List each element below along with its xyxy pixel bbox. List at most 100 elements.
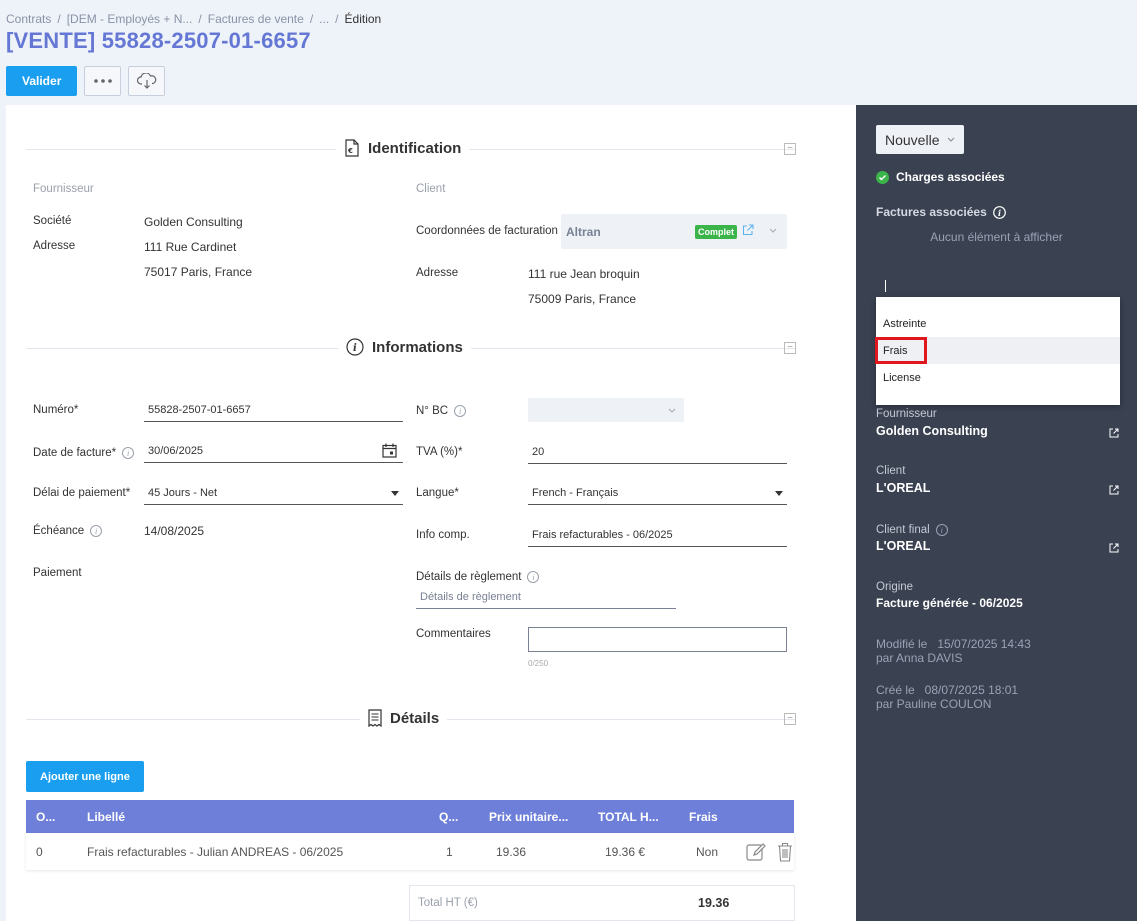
cell-prix: 19.36: [496, 845, 527, 859]
receipt-icon: [368, 709, 382, 727]
client-value: L'OREAL: [876, 481, 931, 495]
column-header-frais[interactable]: Frais: [689, 810, 718, 824]
external-link-icon[interactable]: [1109, 543, 1119, 553]
external-link-icon[interactable]: [1109, 485, 1119, 495]
cell-ordre: 0: [36, 845, 43, 859]
info-circle-icon: i: [346, 338, 364, 356]
external-link-icon[interactable]: [1109, 428, 1119, 438]
fournisseur-heading: Fournisseur: [33, 183, 94, 195]
tva-label: TVA (%)*: [416, 446, 463, 458]
paiement-label: Paiement: [33, 567, 82, 579]
validate-button[interactable]: Valider: [6, 66, 78, 96]
adresse-line2: 75017 Paris, France: [144, 265, 253, 279]
caret-down-icon: [775, 491, 783, 496]
client-label: Client: [876, 465, 906, 477]
cell-total: 19.36 €: [605, 845, 646, 859]
created-by: par Pauline COULON: [876, 697, 992, 711]
trash-icon[interactable]: [777, 842, 793, 862]
svg-text:i: i: [353, 343, 357, 354]
nbc-label: N° BC i: [416, 405, 467, 417]
download-button[interactable]: [128, 66, 166, 96]
check-circle-icon: [876, 170, 889, 184]
info-icon: i: [527, 571, 540, 583]
cell-libelle: Frais refacturables - Julian ANDREAS - 0…: [87, 845, 344, 859]
info-comp-input[interactable]: Frais refacturables - 06/2025: [528, 525, 787, 547]
info-circle-icon: i: [992, 205, 1006, 219]
societe-label: Société: [33, 215, 72, 227]
dropdown-option-license[interactable]: License: [876, 364, 1120, 391]
factures-associees-heading: Factures associées i: [876, 205, 1006, 219]
cell-quantite: 1: [446, 845, 453, 859]
modified-date: Modifié le 15/07/2025 14:43: [876, 637, 1031, 651]
invoice-euro-icon: €: [345, 139, 359, 157]
svg-text:i: i: [998, 208, 1001, 218]
breadcrumb-item-dem[interactable]: [DEM - Employés + N...: [67, 12, 193, 26]
caret-down-icon: [391, 491, 399, 496]
echeance-value: 14/08/2025: [144, 524, 205, 538]
calendar-icon[interactable]: [382, 443, 397, 458]
societe-value: Golden Consulting: [144, 215, 243, 229]
table-row[interactable]: 0 Frais refacturables - Julian ANDREAS -…: [26, 833, 794, 870]
dropdown-menu: Astreinte Frais License: [875, 297, 1120, 405]
date-facture-label: Date de facture* i: [33, 447, 135, 459]
section-title-informations: i Informations: [338, 338, 471, 356]
collapse-informations-button[interactable]: −: [784, 342, 796, 354]
nbc-select[interactable]: [528, 398, 684, 422]
breadcrumb-item-contrats[interactable]: Contrats: [6, 12, 51, 26]
sidebar: Nouvelle Charges associées Factures asso…: [856, 105, 1137, 921]
collapse-identification-button[interactable]: −: [784, 143, 796, 155]
chevron-down-icon: [769, 228, 777, 233]
column-header-quantite[interactable]: Q...: [439, 810, 458, 824]
chevron-down-icon: [948, 137, 955, 142]
column-header-prix[interactable]: Prix unitaire...: [489, 810, 568, 824]
page-title: [VENTE] 55828-2507-01-6657: [6, 28, 311, 53]
langue-select[interactable]: French - Français: [528, 483, 787, 505]
delai-select[interactable]: 45 Jours - Net: [144, 483, 403, 505]
nouvelle-button[interactable]: Nouvelle: [876, 125, 965, 154]
modified-by: par Anna DAVIS: [876, 651, 963, 665]
date-facture-input[interactable]: 30/06/2025: [144, 441, 403, 463]
tva-input[interactable]: 20: [528, 442, 787, 464]
dropdown-option-astreinte[interactable]: Astreinte: [876, 310, 1120, 337]
info-comp-label: Info comp.: [416, 529, 470, 541]
more-horizontal-icon: [94, 79, 112, 83]
commentaires-input[interactable]: [528, 627, 787, 652]
collapse-details-button[interactable]: −: [784, 713, 796, 725]
adresse-label: Adresse: [33, 240, 76, 252]
commentaires-label: Commentaires: [416, 628, 491, 640]
more-button[interactable]: [84, 66, 122, 96]
external-link-icon[interactable]: [742, 224, 754, 236]
add-line-button[interactable]: Ajouter une ligne: [26, 761, 144, 792]
numero-label: Numéro*: [33, 404, 79, 416]
langue-label: Langue*: [416, 487, 459, 499]
column-header-libelle[interactable]: Libellé: [87, 810, 125, 824]
info-icon: i: [935, 524, 948, 536]
fournisseur-label: Fournisseur: [876, 408, 937, 420]
coord-select[interactable]: Altran Complet: [561, 214, 787, 249]
breadcrumb-item-ellipsis[interactable]: ...: [319, 12, 329, 26]
svg-text:€: €: [347, 147, 353, 155]
details-reglement-input[interactable]: Détails de règlement: [416, 587, 676, 609]
fournisseur-value: Golden Consulting: [876, 424, 988, 438]
charges-associees-link[interactable]: Charges associées: [876, 170, 1005, 184]
breadcrumb-item-factures[interactable]: Factures de vente: [208, 12, 304, 26]
breadcrumb: Contrats / [DEM - Employés + N... / Factures…: [6, 12, 382, 26]
origine-value: Facture générée - 06/2025: [876, 596, 1023, 610]
numero-input[interactable]: 55828-2507-01-6657: [144, 400, 403, 422]
info-icon: i: [90, 525, 103, 537]
client-final-value: L'OREAL: [876, 539, 931, 553]
details-reglement-label: Détails de règlement i: [416, 571, 540, 583]
origine-label: Origine: [876, 581, 914, 593]
text-cursor: [885, 280, 886, 292]
column-header-ordre[interactable]: O...: [36, 810, 55, 824]
chevron-down-icon: [668, 408, 676, 413]
section-details: Détails −: [26, 709, 796, 729]
section-identification: € Identification −: [26, 139, 796, 159]
edit-icon[interactable]: [746, 842, 766, 862]
total-box: Total HT (€) 19.36: [409, 885, 795, 921]
highlight-box: [875, 337, 927, 364]
adresse-line1: 111 Rue Cardinet: [144, 240, 237, 254]
section-title-details: Détails: [360, 709, 448, 727]
column-header-total[interactable]: TOTAL H...: [598, 810, 659, 824]
client-adresse-label: Adresse: [416, 267, 459, 279]
